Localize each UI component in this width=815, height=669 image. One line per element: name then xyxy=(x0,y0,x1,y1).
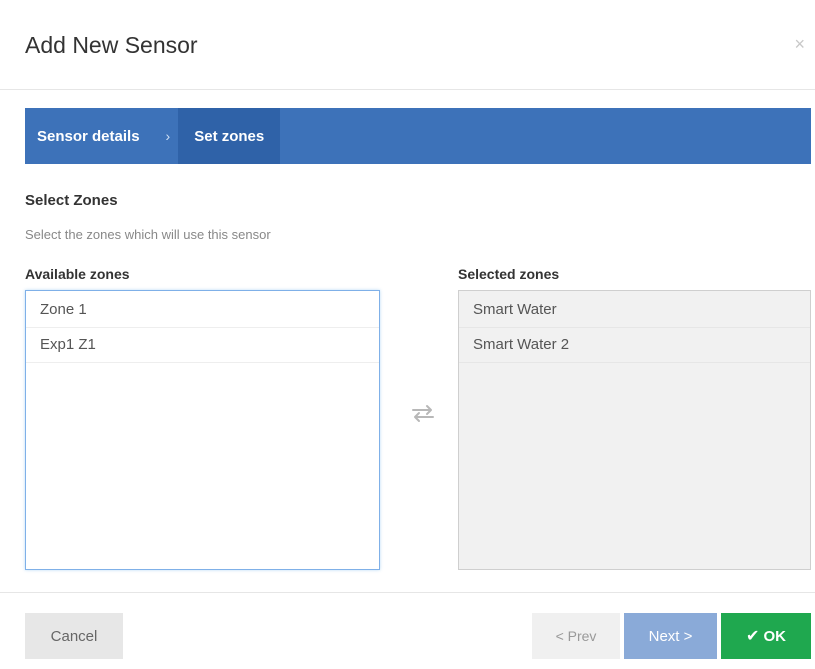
prev-button[interactable]: < Prev xyxy=(532,613,620,659)
step-sensor-details[interactable]: Sensor details xyxy=(25,108,154,164)
chevron-right-icon: › xyxy=(165,128,171,144)
available-zone-item[interactable]: Zone 1 xyxy=(26,293,379,328)
wizard-steps: Sensor details › Set zones xyxy=(25,108,811,164)
next-button[interactable]: Next > xyxy=(624,613,717,659)
step-set-zones[interactable]: Set zones xyxy=(178,108,281,164)
swap-arrows-icon[interactable] xyxy=(407,400,439,426)
ok-button[interactable]: ✔ OK xyxy=(721,613,811,659)
section-description: Select the zones which will use this sen… xyxy=(25,227,271,242)
selected-zones-list[interactable]: Smart Water Smart Water 2 xyxy=(458,290,811,570)
check-icon: ✔ xyxy=(746,628,760,645)
available-zones-label: Available zones xyxy=(25,266,130,282)
ok-label: OK xyxy=(763,627,786,645)
dialog-footer: Cancel < Prev Next > ✔ OK xyxy=(0,592,815,669)
dialog-title: Add New Sensor xyxy=(25,32,198,58)
dialog-header: Add New Sensor × xyxy=(0,0,815,90)
available-zones-list[interactable]: Zone 1 Exp1 Z1 xyxy=(25,290,380,570)
close-icon[interactable]: × xyxy=(794,34,805,54)
available-zone-item[interactable]: Exp1 Z1 xyxy=(26,328,379,363)
selected-zone-item[interactable]: Smart Water 2 xyxy=(459,328,810,363)
add-sensor-dialog: Add New Sensor × Sensor details › Set zo… xyxy=(0,0,815,669)
selected-zones-label: Selected zones xyxy=(458,266,560,282)
section-title: Select Zones xyxy=(25,192,118,209)
selected-zone-item[interactable]: Smart Water xyxy=(459,293,810,328)
cancel-button[interactable]: Cancel xyxy=(25,613,123,659)
